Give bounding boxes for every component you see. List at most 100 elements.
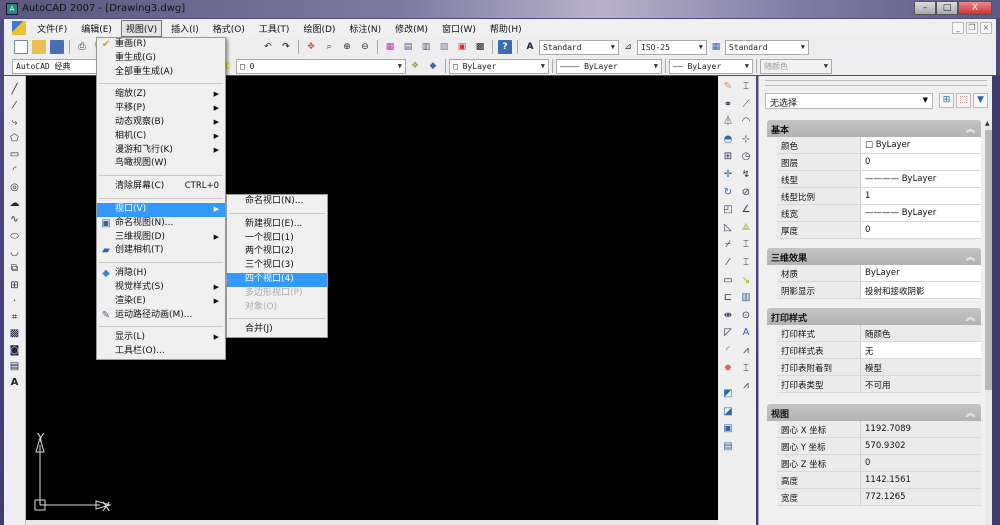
menu-item[interactable]: 两个视口(2) [227,245,327,259]
break-at-point-icon[interactable]: ▭ [721,274,735,288]
property-row[interactable]: 打印表类型 不可用 [777,376,981,393]
menu-draw[interactable]: 绘图(D) [298,20,340,37]
tolerance-icon[interactable]: ▥ [739,291,753,305]
make-current-layer-icon[interactable]: ❖ [408,59,422,73]
circle-icon[interactable]: ◎ [8,181,22,195]
menu-item[interactable]: 清除屏幕(C) CTRL+0 [97,180,225,194]
sheet-set-icon[interactable]: ▧ [437,40,451,54]
layer-dropdown[interactable]: □ 0 ▼ [236,58,406,74]
construction-line-icon[interactable]: ⁄ [8,99,22,113]
menu-tools[interactable]: 工具(T) [254,20,295,37]
properties-scrollbar[interactable]: ▲ [985,120,992,525]
property-row[interactable]: 宽度 772.1265 [777,489,981,506]
jogged-dimension-icon[interactable]: ↯ [739,168,753,182]
menu-item[interactable]: 平移(P) ▶ [97,102,225,116]
hatch-icon[interactable]: ⌗ [8,311,22,325]
explode-icon[interactable]: ✸ [721,362,735,376]
save-icon[interactable] [50,40,64,54]
section-header[interactable]: 打印样式 ︽ [767,308,981,325]
property-row[interactable]: 线型比例 1 [777,188,981,205]
menu-item[interactable]: 新建视口(E)... [227,218,327,232]
menu-item[interactable]: 重生成(G) [97,52,225,66]
revision-cloud-icon[interactable]: ☁ [8,197,22,211]
property-row[interactable]: 打印表附着到 模型 [777,359,981,376]
chamfer-icon[interactable]: ◸ [721,326,735,340]
property-value[interactable]: ByLayer [861,265,981,281]
menu-item[interactable]: 视口(V) ▶ [97,202,225,217]
dimension-update-icon[interactable]: ⌶ [739,362,753,376]
collapse-icon[interactable]: ︽ [966,406,975,419]
copy-icon[interactable]: ⚭ [721,98,735,112]
doc-close-button[interactable]: × [980,22,992,34]
menu-help[interactable]: 帮助(H) [485,20,527,37]
table-style-dropdown[interactable]: Standard ▼ [725,39,809,55]
help-icon[interactable]: ? [498,40,512,54]
property-row[interactable]: 圆心 Z 坐标 0 [777,455,981,472]
property-value[interactable]: 无 [861,342,981,358]
rotate-icon[interactable]: ↻ [721,186,735,200]
baseline-dimension-icon[interactable]: ⌶ [739,238,753,252]
menu-item[interactable]: ◆ 消隐(H) [97,267,225,281]
zoom-realtime-icon[interactable]: ⌕ [322,40,336,54]
color-dropdown[interactable]: □ ByLayer ▼ [449,58,549,74]
redo-icon[interactable]: ↷ [279,40,293,54]
tool-palettes-icon[interactable]: ▥ [419,40,433,54]
erase-icon[interactable]: ✎ [721,80,735,94]
arc-length-icon[interactable]: ◠ [739,115,753,129]
property-value[interactable]: 1 [861,188,981,204]
spline-icon[interactable]: ∿ [8,213,22,227]
linear-dimension-icon[interactable]: ⌶ [739,80,753,94]
trim-icon[interactable]: ⌿ [721,238,735,252]
property-row[interactable]: 图层 0 [777,154,981,171]
section-header[interactable]: 视图 ︽ [767,404,981,421]
menu-item[interactable]: 渲染(E) ▶ [97,295,225,309]
palette-grip[interactable] [765,80,987,86]
draw-order-back-icon[interactable]: ◪ [721,405,735,419]
aligned-dimension-icon[interactable]: ⟋ [739,98,753,112]
menu-modify[interactable]: 修改(M) [390,20,433,37]
properties-icon[interactable]: ▦ [383,40,397,54]
property-value[interactable]: 772.1265 [861,489,981,505]
property-value[interactable]: 模型 [861,359,981,375]
property-row[interactable]: 厚度 0 [777,222,981,239]
menu-item[interactable]: 全部重生成(A) [97,66,225,80]
menu-insert[interactable]: 插入(I) [166,20,204,37]
mirror-icon[interactable]: ⏃ [721,115,735,129]
property-row[interactable]: 线型 ———— ByLayer [777,171,981,188]
calculator-icon[interactable]: ▩ [473,40,487,54]
property-row[interactable]: 线宽 ———— ByLayer [777,205,981,222]
property-value[interactable]: 投射和接收阴影 [861,282,981,298]
extend-icon[interactable]: ⁄ [721,256,735,270]
move-icon[interactable]: ✛ [721,168,735,182]
menu-edit[interactable]: 编辑(E) [76,20,117,37]
property-row[interactable]: 圆心 Y 坐标 570.9302 [777,438,981,455]
property-row[interactable]: 颜色 □ ByLayer [777,137,981,154]
scrollbar-thumb[interactable] [985,130,992,390]
offset-icon[interactable]: ◓ [721,133,735,147]
make-block-icon[interactable]: ⊞ [8,279,22,293]
open-icon[interactable] [32,40,46,54]
property-row[interactable]: 打印样式 随颜色 [777,325,981,342]
ordinate-dimension-icon[interactable]: ⊹ [739,133,753,147]
section-header[interactable]: 三维效果 ︽ [767,248,981,265]
property-value[interactable]: 随颜色 [861,325,981,341]
menu-window[interactable]: 窗口(W) [437,20,481,37]
document-icon[interactable] [12,21,26,35]
scroll-up-icon[interactable]: ▲ [985,120,990,127]
menu-item[interactable]: 四个视口(4) [227,272,327,287]
property-value[interactable]: 1192.7089 [861,421,981,437]
selection-dropdown[interactable]: 无选择 ▼ [765,93,933,109]
markup-icon[interactable]: ▣ [455,40,469,54]
text-style-dropdown[interactable]: Standard ▼ [539,39,619,55]
toggle-pickadd-icon[interactable]: ⊞ [939,93,954,108]
menu-item[interactable]: 一个视口(1) [227,232,327,246]
quick-select-icon[interactable]: ▼ [973,93,988,108]
array-icon[interactable]: ⊞ [721,150,735,164]
property-value[interactable]: 570.9302 [861,438,981,454]
menu-item[interactable]: 漫游和飞行(K) ▶ [97,144,225,158]
menu-item[interactable]: 命名视口(N)... [227,195,327,209]
region-icon[interactable]: ◙ [8,344,22,358]
fillet-icon[interactable]: ◜ [721,344,735,358]
layer-previous-icon[interactable]: ◆ [426,59,440,73]
maximize-button[interactable]: □ [936,1,958,15]
